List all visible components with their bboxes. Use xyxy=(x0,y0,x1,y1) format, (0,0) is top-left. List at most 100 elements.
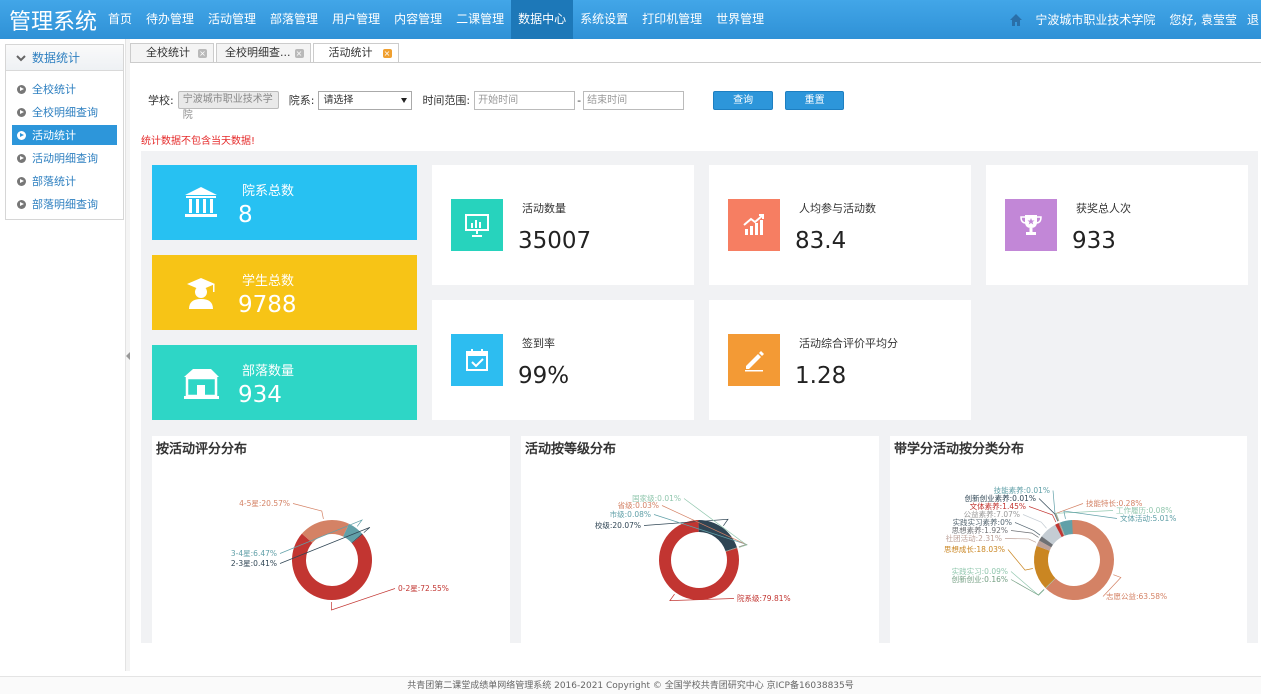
sidebar-item-label: 活动明细查询 xyxy=(32,152,98,165)
chart-card-category: 带学分活动按分类分布 志愿公益:63.58% 实践实习:0.09% 创新创业:0.1… xyxy=(890,436,1247,643)
sidebar-item-tribe-stats[interactable]: 部落统计 xyxy=(12,171,117,191)
end-date-input[interactable]: 结束时间 xyxy=(583,90,685,110)
notice-text: 统计数据不包含当天数据! xyxy=(141,136,256,147)
sidebar-list: 全校统计 全校明细查询 活动统计 活动明细查询 部落统计 部落明细查询 xyxy=(6,71,123,214)
nav-todo[interactable]: 待办管理 xyxy=(139,0,201,39)
arrow-circle-icon xyxy=(17,153,26,163)
student-total-value: 9788 xyxy=(238,292,297,318)
nav-user[interactable]: 用户管理 xyxy=(325,0,387,39)
sidebar-item-activity-stats[interactable]: 活动统计 xyxy=(12,125,117,145)
nav-home[interactable]: 首页 xyxy=(101,0,139,39)
collapse-arrow-icon[interactable] xyxy=(126,352,130,360)
tab-bar: 全校统计 × 全校明细查... × 活动统计 × xyxy=(130,43,401,62)
slice-label: 院系级:79.81% xyxy=(737,593,791,603)
main-nav: 首页 待办管理 活动管理 部落管理 用户管理 内容管理 二课管理 数据中心 系统… xyxy=(101,0,771,39)
slice-label: 思想成长:18.03% xyxy=(944,544,1005,554)
nav-settings[interactable]: 系统设置 xyxy=(573,0,635,39)
slice-label: 志愿公益:63.58% xyxy=(1106,591,1167,601)
leader-line xyxy=(1014,522,1041,536)
school-label: 学校: xyxy=(148,94,174,107)
slice-label: 4-5星:20.57% xyxy=(239,499,290,508)
tab-school-detail[interactable]: 全校明细查... × xyxy=(216,43,311,62)
leader-line xyxy=(1007,549,1033,571)
sidebar-item-school-detail[interactable]: 全校明细查询 xyxy=(12,102,117,122)
top-nav-bar: 管理系统 首页 待办管理 活动管理 部落管理 用户管理 内容管理 二课管理 数据… xyxy=(0,0,1261,39)
tab-school-stats[interactable]: 全校统计 × xyxy=(130,43,214,62)
student-total-card: 学生总数 9788 xyxy=(152,255,417,330)
reset-button[interactable]: 重置 xyxy=(785,90,845,110)
donut-slice[interactable] xyxy=(301,520,350,543)
arrow-circle-icon xyxy=(17,176,26,186)
top-right-area: 宁波城市职业技术学院 您好, 袁莹莹 退 xyxy=(1009,0,1261,39)
leader-line xyxy=(1063,510,1118,519)
sidebar-item-label: 全校统计 xyxy=(32,83,76,96)
award-total-card: 获奖总人次 933 xyxy=(986,165,1248,285)
dept-label: 院系: xyxy=(288,94,315,107)
dept-select-value: 请选择 xyxy=(323,94,354,106)
tribe-house-icon xyxy=(184,369,219,399)
presentation-icon xyxy=(465,214,489,237)
tribe-total-card: 部落数量 934 xyxy=(152,345,417,420)
pencil-icon xyxy=(745,351,764,372)
leader-line xyxy=(1022,514,1047,529)
leader-line xyxy=(1028,506,1057,523)
slice-label: 国家级:0.01% xyxy=(632,493,681,503)
category-donut-chart: 志愿公益:63.58%实践实习:0.09%创新创业:0.16%思想成长:18.0… xyxy=(944,485,1176,601)
nav-activity[interactable]: 活动管理 xyxy=(201,0,263,39)
rating-donut-chart: 0-2星:72.55% 4-5星:20.57% 3-4星:6.47%2-3星:0.4… xyxy=(231,499,449,611)
tab-activity-stats[interactable]: 活动统计 × xyxy=(312,43,399,62)
query-button[interactable]: 查询 xyxy=(713,90,774,110)
sidebar-item-tribe-detail[interactable]: 部落明细查询 xyxy=(12,194,117,214)
close-icon[interactable]: × xyxy=(198,48,207,58)
nav-tribe[interactable]: 部落管理 xyxy=(263,0,325,39)
leader-line xyxy=(1010,579,1045,596)
avg-score-card: 活动综合评价平均分 1.28 xyxy=(709,300,971,420)
dept-total-value: 8 xyxy=(238,202,253,228)
chart-card-level: 活动按等级分布 院系级:79.81% 校级:20.07% 市级:0.08% 省级:0.… xyxy=(521,436,879,643)
checkin-rate-card: 签到率 99% xyxy=(432,300,694,420)
sidebar-header[interactable]: 数据统计 xyxy=(6,45,123,71)
tribe-total-label: 部落数量 xyxy=(242,364,295,379)
nav-printer[interactable]: 打印机管理 xyxy=(635,0,709,39)
avg-participation-icon-box xyxy=(728,199,780,251)
sidebar-header-label: 数据统计 xyxy=(32,50,81,65)
leader-line xyxy=(292,503,324,519)
nav-content[interactable]: 内容管理 xyxy=(387,0,449,39)
leader-line xyxy=(1010,530,1039,538)
sidebar-item-label: 部落统计 xyxy=(32,175,76,188)
range-dash: - xyxy=(577,93,582,107)
school-field: 宁波城市职业技术学院 xyxy=(177,91,279,121)
trend-chart-icon xyxy=(743,214,764,235)
nav-second-class[interactable]: 二课管理 xyxy=(449,0,511,39)
footer: 共青团第二课堂成绩单网络管理系统 2016-2021 Copyright © 全… xyxy=(0,676,1261,694)
arrow-circle-icon xyxy=(17,199,26,209)
logout-link[interactable]: 退 xyxy=(1247,11,1261,28)
dept-total-label: 院系总数 xyxy=(242,184,295,199)
caret-down-icon xyxy=(401,97,408,103)
nav-world[interactable]: 世界管理 xyxy=(709,0,771,39)
range-label: 时间范围: xyxy=(422,94,471,107)
nav-data-center[interactable]: 数据中心 xyxy=(511,0,574,39)
close-icon[interactable]: × xyxy=(294,48,304,58)
close-icon[interactable]: × xyxy=(382,48,392,58)
slice-label: 技能素养:0.01% xyxy=(994,485,1050,495)
slice-label: 2-3星:0.41% xyxy=(231,559,277,568)
start-date-input[interactable]: 开始时间 xyxy=(474,90,576,110)
donut-slice[interactable] xyxy=(698,520,737,552)
activity-count-icon-box xyxy=(451,199,503,251)
home-icon[interactable] xyxy=(1009,13,1023,27)
sidebar-item-activity-detail[interactable]: 活动明细查询 xyxy=(12,148,117,168)
tribe-total-value: 934 xyxy=(238,382,282,408)
checkin-rate-label: 签到率 xyxy=(522,337,555,350)
sidebar-splitter[interactable] xyxy=(125,39,130,671)
checkin-rate-icon-box xyxy=(451,334,503,386)
app-title: 管理系统 xyxy=(9,9,98,35)
tab-label: 全校明细查... xyxy=(225,46,291,59)
avg-score-icon-box xyxy=(728,334,780,386)
award-total-label: 获奖总人次 xyxy=(1076,202,1131,215)
dept-select[interactable]: 请选择 xyxy=(318,90,413,110)
user-greeting[interactable]: 您好, 袁莹莹 xyxy=(1169,11,1237,28)
tab-label: 全校统计 xyxy=(146,46,190,59)
sidebar-item-school-stats[interactable]: 全校统计 xyxy=(12,79,117,99)
slice-label: 市级:0.08% xyxy=(610,509,651,519)
